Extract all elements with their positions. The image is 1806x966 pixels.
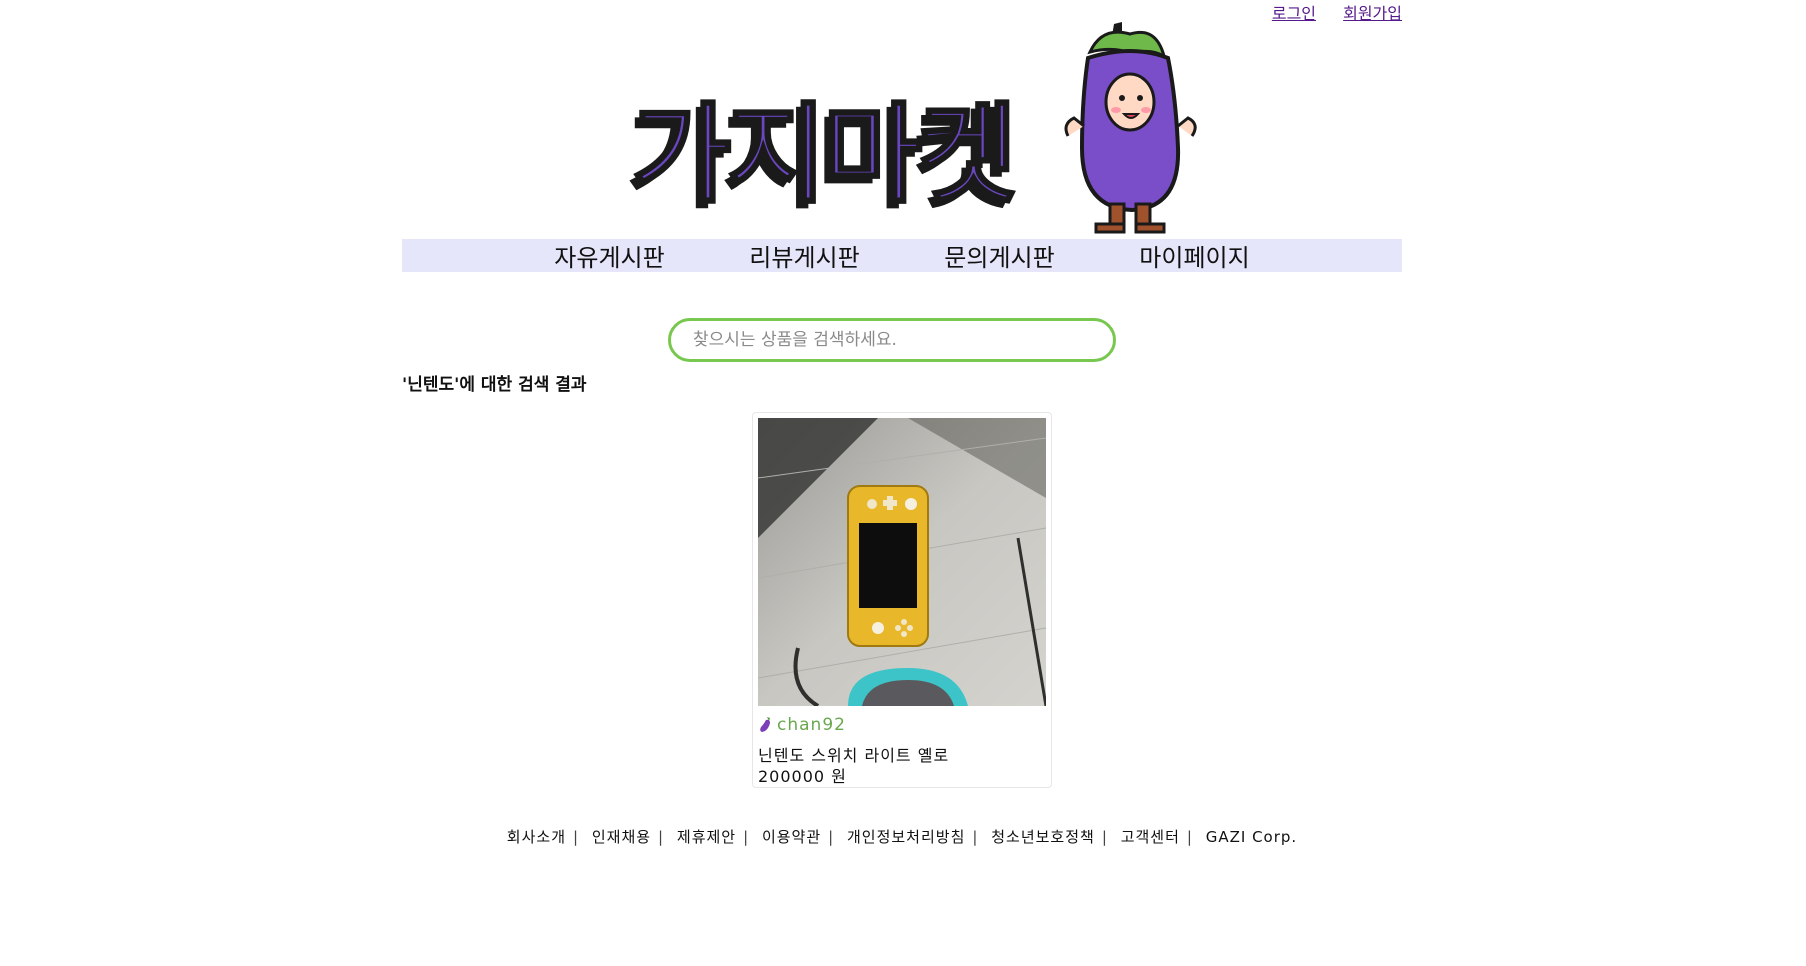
eggplant-mascot-icon <box>1064 22 1197 234</box>
footer: 회사소개 | 인재채용 | 제휴제안 | 이용약관 | 개인정보처리방침 | 청소년보호정… <box>402 826 1402 847</box>
product-image[interactable] <box>758 418 1046 706</box>
nav-review-board[interactable]: 리뷰게시판 <box>749 238 859 273</box>
seller-info[interactable]: chan92 <box>758 715 846 735</box>
main-nav: 자유게시판 리뷰게시판 문의게시판 마이페이지 <box>402 239 1402 272</box>
nav-inquiry-board[interactable]: 문의게시판 <box>944 238 1054 273</box>
footer-link-careers[interactable]: 인재채용 <box>592 828 651 846</box>
footer-link-privacy[interactable]: 개인정보처리방침 <box>847 828 965 846</box>
footer-separator: | <box>743 828 750 846</box>
footer-link-terms[interactable]: 이용약관 <box>762 828 821 846</box>
product-price: 200000 원 <box>758 767 847 786</box>
nav-mypage[interactable]: 마이페이지 <box>1139 238 1249 273</box>
site-logo[interactable]: 가지마켓 <box>630 18 1197 238</box>
search-input[interactable] <box>668 318 1116 362</box>
footer-separator: | <box>972 828 979 846</box>
footer-company-name: GAZI Corp. <box>1205 828 1298 846</box>
footer-link-support[interactable]: 고객센터 <box>1121 828 1180 846</box>
footer-link-youth-policy[interactable]: 청소년보호정책 <box>991 828 1095 846</box>
footer-link-company[interactable]: 회사소개 <box>507 828 566 846</box>
footer-link-partnership[interactable]: 제휴제안 <box>677 828 736 846</box>
logo-text: 가지마켓 <box>630 92 1018 220</box>
footer-separator: | <box>658 828 665 846</box>
nav-free-board[interactable]: 자유게시판 <box>554 238 664 273</box>
search-result-title: '닌텐도'에 대한 검색 결과 <box>402 375 587 395</box>
footer-separator: | <box>1186 828 1193 846</box>
product-card[interactable]: chan92 닌텐도 스위치 라이트 옐로 200000 원 <box>752 412 1052 788</box>
footer-separator: | <box>1101 828 1108 846</box>
footer-separator: | <box>828 828 835 846</box>
signup-link[interactable]: 회원가입 <box>1343 4 1402 23</box>
eggplant-icon <box>760 717 770 732</box>
auth-links: 로그인 회원가입 <box>1250 0 1402 24</box>
login-link[interactable]: 로그인 <box>1272 4 1316 23</box>
footer-separator: | <box>573 828 580 846</box>
seller-name: chan92 <box>777 715 846 735</box>
